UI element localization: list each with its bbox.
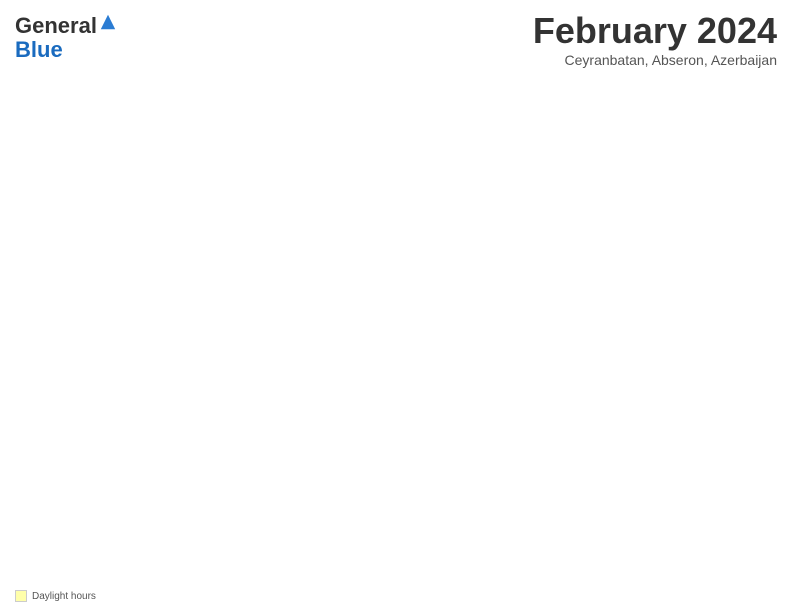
footer: Daylight hours bbox=[15, 590, 777, 602]
month-title: February 2024 bbox=[533, 10, 777, 52]
page: General Blue February 2024 Ceyranbatan, … bbox=[0, 0, 792, 612]
header: General Blue February 2024 Ceyranbatan, … bbox=[15, 10, 777, 68]
logo-general-text: General bbox=[15, 14, 97, 38]
calendar-table bbox=[15, 76, 777, 586]
footer-legend: Daylight hours bbox=[15, 590, 96, 602]
logo: General Blue bbox=[15, 14, 117, 62]
location: Ceyranbatan, Abseron, Azerbaijan bbox=[533, 52, 777, 68]
legend-box bbox=[15, 590, 27, 602]
logo-icon bbox=[99, 13, 117, 31]
legend-label: Daylight hours bbox=[32, 591, 96, 602]
logo-blue-text: Blue bbox=[15, 38, 117, 62]
title-area: February 2024 Ceyranbatan, Abseron, Azer… bbox=[533, 10, 777, 68]
